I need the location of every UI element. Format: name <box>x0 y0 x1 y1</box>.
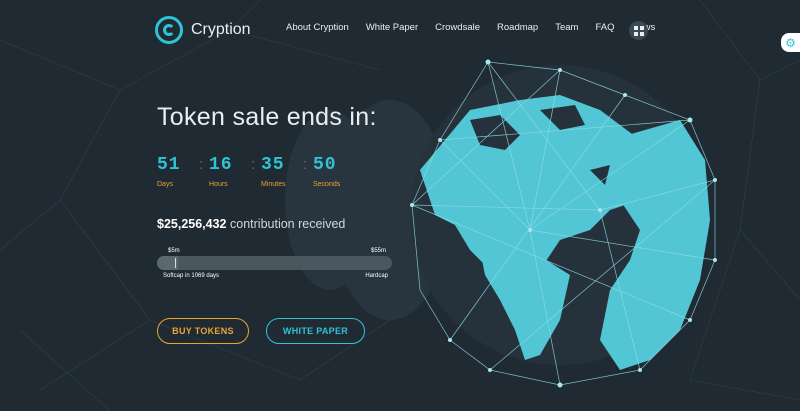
cryption-logo-icon <box>155 16 183 44</box>
countdown-days-value: 51 <box>157 155 181 175</box>
brand-logo[interactable]: Cryption <box>155 16 251 44</box>
contribution-caption: contribution received <box>230 217 346 231</box>
countdown-days-label: Days <box>157 181 173 188</box>
countdown-hours: 16 Hours <box>209 155 251 188</box>
nav-item-faq[interactable]: FAQ <box>595 22 614 33</box>
settings-tab[interactable]: ⚙ <box>781 33 800 52</box>
nav-item-roadmap[interactable]: Roadmap <box>497 22 538 33</box>
grid-menu-button[interactable] <box>629 21 648 40</box>
countdown-minutes-label: Minutes <box>261 181 286 188</box>
countdown-separator: : <box>303 156 308 173</box>
softcap-value: $5m <box>168 248 180 254</box>
nav-item-about[interactable]: About Cryption <box>286 22 349 33</box>
hardcap-label: Hardcap <box>365 273 388 279</box>
contribution-text: $25,256,432 contribution received <box>157 217 345 231</box>
hero-background <box>0 0 800 411</box>
countdown-days: 51 Days <box>157 155 199 188</box>
countdown-minutes: 35 Minutes <box>261 155 303 188</box>
countdown-seconds: 50 Seconds <box>313 155 355 188</box>
countdown-hours-value: 16 <box>209 155 233 175</box>
softcap-note: Softcap in 1069 days <box>163 273 220 279</box>
brand-name: Cryption <box>191 21 251 38</box>
countdown-separator: : <box>199 156 204 173</box>
softcap-marker <box>175 258 176 268</box>
contribution-amount: $25,256,432 <box>157 217 227 231</box>
buy-tokens-button[interactable]: BUY TOKENS <box>157 318 249 344</box>
countdown-separator: : <box>251 156 256 173</box>
countdown-hours-label: Hours <box>209 181 228 188</box>
main-nav: About Cryption White Paper Crowdsale Roa… <box>286 22 655 33</box>
countdown-timer: 51 Days : 16 Hours : 35 Minutes : 50 Sec… <box>157 155 355 188</box>
countdown-minutes-value: 35 <box>261 155 285 175</box>
gear-icon: ⚙ <box>785 35 796 50</box>
nav-item-team[interactable]: Team <box>555 22 578 33</box>
progress-bar <box>157 256 392 270</box>
nav-item-white-paper[interactable]: White Paper <box>366 22 418 33</box>
countdown-seconds-label: Seconds <box>313 181 341 188</box>
token-sale-headline: Token sale ends in: <box>157 103 377 131</box>
grid-menu-icon <box>633 25 644 36</box>
nav-item-crowdsale[interactable]: Crowdsale <box>435 22 480 33</box>
white-paper-button[interactable]: WHITE PAPER <box>266 318 365 344</box>
hardcap-value: $55m <box>370 248 386 254</box>
countdown-seconds-value: 50 <box>313 155 337 175</box>
